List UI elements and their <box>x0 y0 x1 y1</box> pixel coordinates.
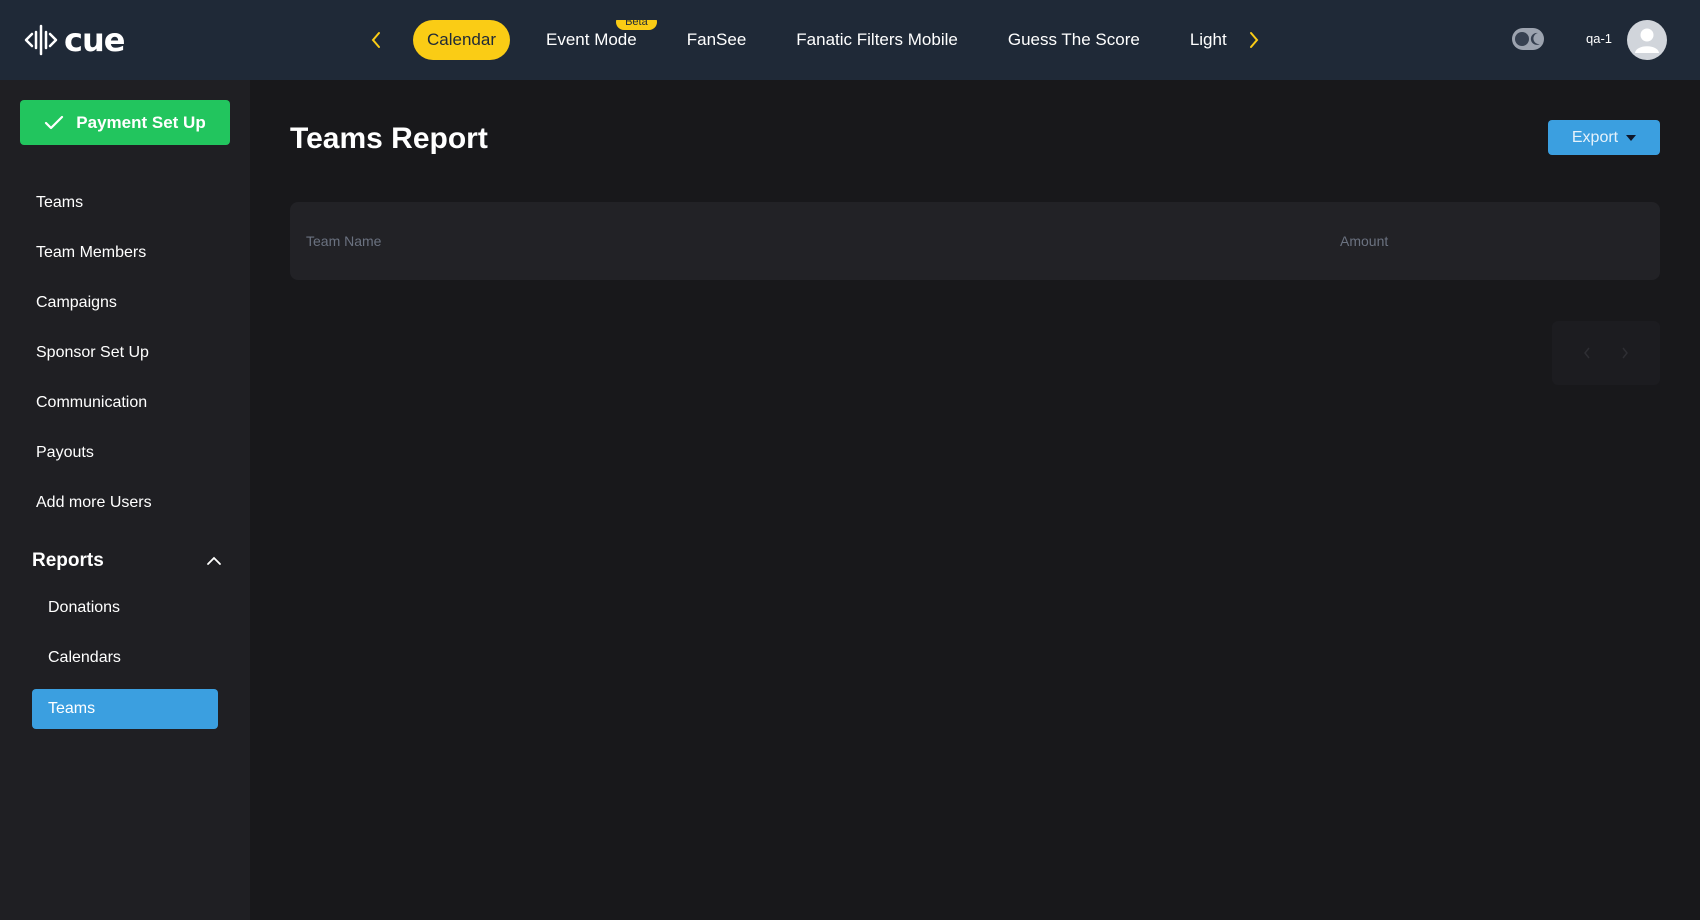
theme-toggle[interactable] <box>1512 28 1544 50</box>
tab-light[interactable]: Light <box>1176 20 1233 60</box>
export-button[interactable]: Export <box>1548 120 1660 155</box>
page-title: Teams Report <box>290 122 488 155</box>
sidebar-item-add-more-users[interactable]: Add more Users <box>36 494 152 512</box>
check-icon <box>45 115 64 129</box>
chevron-left-icon <box>1584 347 1590 359</box>
column-header-team-name[interactable]: Team Name <box>306 233 381 249</box>
tab-calendar[interactable]: Calendar <box>413 20 510 60</box>
caret-down-icon <box>1626 134 1637 141</box>
nav-next-button[interactable] <box>1240 26 1268 54</box>
tab-fanatic-filters-mobile[interactable]: Fanatic Filters Mobile <box>782 20 972 60</box>
moon-icon <box>1530 32 1540 45</box>
reports-section-toggle[interactable]: Reports <box>32 550 222 572</box>
tab-guess-the-score[interactable]: Guess The Score <box>994 20 1154 60</box>
tab-label: Event Mode <box>546 30 637 49</box>
tab-label: Fanatic Filters Mobile <box>796 30 958 49</box>
top-bar: cue Calendar Event Mode Beta FanSee Fana… <box>0 0 1700 80</box>
sidebar-item-team-members[interactable]: Team Members <box>36 244 146 262</box>
toggle-knob <box>1515 32 1529 46</box>
sidebar-item-calendars[interactable]: Calendars <box>48 649 121 667</box>
logo-text: cue <box>64 21 125 59</box>
reports-heading: Reports <box>32 550 104 571</box>
next-page-button[interactable] <box>1614 342 1636 364</box>
tab-label: Calendar <box>427 30 496 49</box>
table-header: Team Name Amount <box>290 202 1660 280</box>
chevron-right-icon <box>1622 347 1628 359</box>
nav-prev-button[interactable] <box>362 26 390 54</box>
sidebar-item-label: Teams <box>48 700 96 717</box>
waveform-icon <box>24 24 58 56</box>
top-tabs: Calendar Event Mode Beta FanSee Fanatic … <box>413 20 1233 60</box>
sidebar-item-communication[interactable]: Communication <box>36 394 147 412</box>
payment-set-up-button[interactable]: Payment Set Up <box>20 100 230 145</box>
chevron-left-icon <box>371 32 380 48</box>
tab-fansee[interactable]: FanSee <box>673 20 761 60</box>
prev-page-button[interactable] <box>1576 342 1598 364</box>
sidebar: Payment Set Up Teams Team Members Campai… <box>0 80 250 920</box>
tab-label: Light <box>1189 30 1227 49</box>
sidebar-item-donations[interactable]: Donations <box>48 599 120 617</box>
tab-label: FanSee <box>686 30 747 49</box>
tab-event-mode[interactable]: Event Mode Beta <box>532 20 657 60</box>
chevron-up-icon <box>207 556 221 565</box>
avatar[interactable] <box>1627 20 1667 60</box>
user-icon <box>1635 28 1659 53</box>
sidebar-item-sponsor-set-up[interactable]: Sponsor Set Up <box>36 344 149 362</box>
username: qa-1 <box>1586 31 1613 46</box>
export-label: Export <box>1571 128 1619 146</box>
tab-label: Guess The Score <box>1007 30 1140 49</box>
sidebar-item-teams-report[interactable]: Teams <box>32 689 218 729</box>
payment-button-label: Payment Set Up <box>76 112 206 132</box>
sidebar-item-teams[interactable]: Teams <box>36 194 83 212</box>
column-header-amount[interactable]: Amount <box>1340 233 1388 249</box>
chevron-right-icon <box>1250 32 1259 48</box>
pagination <box>1552 321 1660 385</box>
app-logo[interactable]: cue <box>24 20 125 60</box>
sidebar-item-campaigns[interactable]: Campaigns <box>36 294 117 312</box>
sidebar-item-payouts[interactable]: Payouts <box>36 444 94 462</box>
beta-badge: Beta <box>616 20 657 30</box>
